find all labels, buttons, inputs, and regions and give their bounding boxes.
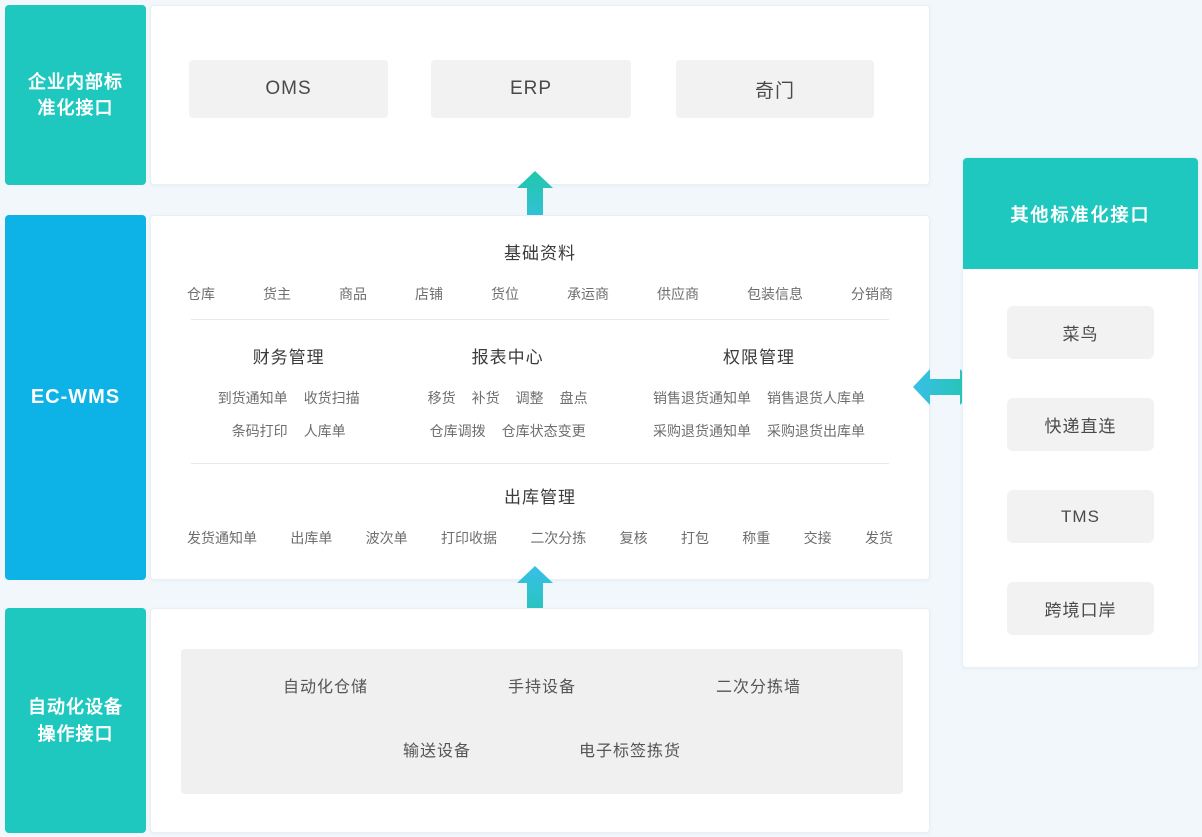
reports-item: 仓库状态变更 [502, 421, 586, 441]
finance-item: 收货扫描 [304, 388, 360, 408]
permissions-row: 采购退货通知单 采购退货出库单 [619, 421, 899, 441]
permissions-row: 销售退货通知单 销售退货人库单 [619, 388, 899, 408]
interface-box-tms: TMS [1007, 490, 1154, 543]
outbound-item: 发货通知单 [187, 528, 257, 548]
basic-data-items: 仓库 货主 商品 店铺 货位 承运商 供应商 包装信息 分销商 [151, 284, 929, 304]
reports-item: 调整 [516, 388, 544, 408]
section-title-basic-data: 基础资料 [151, 242, 929, 266]
sidebar-enterprise-interface: 企业内部标准化接口 [5, 5, 146, 185]
device-item: 自动化仓储 [283, 677, 368, 699]
column-permissions: 权限管理 销售退货通知单 销售退货人库单 采购退货通知单 采购退货出库单 [619, 346, 899, 441]
divider [191, 463, 889, 464]
finance-item: 人库单 [304, 421, 346, 441]
interface-box-cainiao: 菜鸟 [1007, 306, 1154, 359]
basic-item: 商品 [339, 284, 367, 304]
section-title-reports: 报表中心 [396, 346, 619, 370]
basic-item: 分销商 [851, 284, 893, 304]
reports-row: 仓库调拨 仓库状态变更 [396, 421, 619, 441]
reports-item: 补货 [472, 388, 500, 408]
finance-item: 到货通知单 [218, 388, 288, 408]
reports-item: 盘点 [560, 388, 588, 408]
architecture-diagram: 企业内部标准化接口 OMS ERP 奇门 EC-WMS 基础资料 仓库 货主 商… [0, 0, 1202, 837]
outbound-item: 打印收据 [441, 528, 497, 548]
permissions-item: 采购退货通知单 [653, 421, 751, 441]
system-box-oms: OMS [189, 60, 388, 118]
outbound-item: 复核 [620, 528, 648, 548]
sidebar-device-interface-label: 自动化设备操作接口 [27, 694, 125, 746]
finance-row: 到货通知单 收货扫描 [181, 388, 396, 408]
outbound-item: 发货 [865, 528, 893, 548]
section-title-finance: 财务管理 [181, 346, 396, 370]
device-item: 输送设备 [403, 741, 471, 763]
reports-item: 移货 [428, 388, 456, 408]
outbound-item: 二次分拣 [530, 528, 586, 548]
outbound-item: 交接 [804, 528, 832, 548]
reports-item: 仓库调拨 [430, 421, 486, 441]
wms-middle-columns: 财务管理 到货通知单 收货扫描 条码打印 人库单 报表中心 移货 补货 调整 盘… [151, 346, 929, 441]
outbound-item: 波次单 [366, 528, 408, 548]
permissions-item: 销售退货人库单 [767, 388, 865, 408]
outbound-items: 发货通知单 出库单 波次单 打印收据 二次分拣 复核 打包 称重 交接 发货 [151, 528, 929, 548]
sidebar-device-interface: 自动化设备操作接口 [5, 608, 146, 833]
finance-item: 条码打印 [232, 421, 288, 441]
device-card: 自动化仓储 手持设备 二次分拣墙 输送设备 电子标签拣货 [150, 608, 930, 833]
sidebar-enterprise-interface-label: 企业内部标准化接口 [27, 69, 125, 121]
divider [191, 319, 889, 320]
interface-box-cross-border: 跨境口岸 [1007, 582, 1154, 635]
basic-item: 供应商 [657, 284, 699, 304]
reports-row: 移货 补货 调整 盘点 [396, 388, 619, 408]
permissions-item: 采购退货出库单 [767, 421, 865, 441]
system-box-erp: ERP [431, 60, 631, 118]
wms-card: 基础资料 仓库 货主 商品 店铺 货位 承运商 供应商 包装信息 分销商 财务管… [150, 215, 930, 580]
device-panel: 自动化仓储 手持设备 二次分拣墙 输送设备 电子标签拣货 [181, 649, 903, 794]
outbound-item: 称重 [742, 528, 770, 548]
section-title-permissions: 权限管理 [619, 346, 899, 370]
sidebar-ec-wms: EC-WMS [5, 215, 146, 580]
top-systems-card: OMS ERP 奇门 [150, 5, 930, 185]
column-reports: 报表中心 移货 补货 调整 盘点 仓库调拨 仓库状态变更 [396, 346, 619, 441]
interface-box-express-direct: 快递直连 [1007, 398, 1154, 451]
sidebar-ec-wms-label: EC-WMS [31, 383, 120, 412]
other-interfaces-panel: 其他标准化接口 菜鸟 快递直连 TMS 跨境口岸 [962, 157, 1199, 668]
basic-item: 货主 [263, 284, 291, 304]
basic-item: 店铺 [415, 284, 443, 304]
basic-item: 包装信息 [747, 284, 803, 304]
device-row: 自动化仓储 手持设备 二次分拣墙 [181, 677, 903, 699]
basic-item: 货位 [491, 284, 519, 304]
basic-item: 承运商 [567, 284, 609, 304]
finance-row: 条码打印 人库单 [181, 421, 396, 441]
section-title-outbound: 出库管理 [151, 486, 929, 510]
outbound-item: 出库单 [290, 528, 332, 548]
system-box-qimen: 奇门 [676, 60, 874, 118]
device-item: 二次分拣墙 [716, 677, 801, 699]
device-row: 输送设备 电子标签拣货 [181, 741, 903, 763]
device-item: 电子标签拣货 [579, 741, 681, 763]
basic-item: 仓库 [187, 284, 215, 304]
column-finance: 财务管理 到货通知单 收货扫描 条码打印 人库单 [181, 346, 396, 441]
permissions-item: 销售退货通知单 [653, 388, 751, 408]
device-item: 手持设备 [508, 677, 576, 699]
other-interfaces-header: 其他标准化接口 [963, 158, 1198, 269]
outbound-item: 打包 [681, 528, 709, 548]
